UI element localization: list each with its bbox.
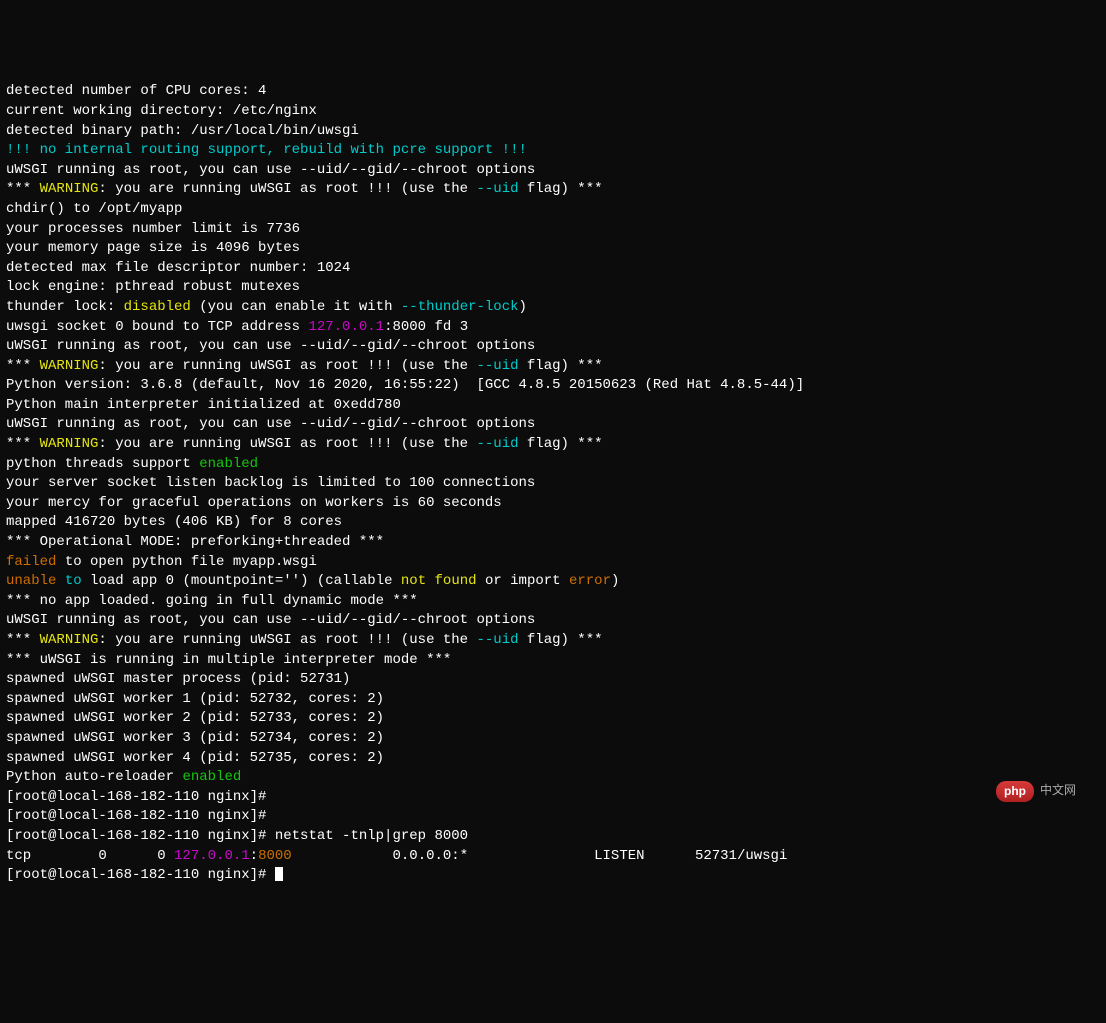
line bbox=[56, 573, 64, 589]
line: spawned uWSGI worker 2 (pid: 52733, core… bbox=[6, 710, 384, 726]
line: : you are running uWSGI as root !!! (use… bbox=[98, 358, 476, 374]
line: to open python file myapp.wsgi bbox=[56, 554, 316, 570]
line: load app 0 (mountpoint='') (callable bbox=[82, 573, 401, 589]
failed-word: failed bbox=[6, 554, 56, 570]
line: ) bbox=[611, 573, 619, 589]
unable-word: unable bbox=[6, 573, 56, 589]
line: or import bbox=[477, 573, 569, 589]
error-word: error bbox=[569, 573, 611, 589]
cursor[interactable] bbox=[275, 867, 283, 881]
line: spawned uWSGI master process (pid: 52731… bbox=[6, 671, 350, 687]
command-text: netstat -tnlp|grep 8000 bbox=[275, 828, 468, 844]
php-logo-icon: php bbox=[996, 781, 1034, 802]
line: thunder lock: bbox=[6, 299, 124, 315]
line: 0.0.0.0:* LISTEN 52731/uwsgi bbox=[292, 848, 863, 864]
not-word: not bbox=[401, 573, 426, 589]
line: :8000 fd 3 bbox=[384, 319, 468, 335]
line: *** uWSGI is running in multiple interpr… bbox=[6, 652, 451, 668]
ip-address: 127.0.0.1 bbox=[308, 319, 384, 335]
shell-prompt: [root@local-168-182-110 nginx]# bbox=[6, 789, 275, 805]
uid-flag: --uid bbox=[476, 632, 518, 648]
line: flag) *** bbox=[519, 632, 603, 648]
line: chdir() to /opt/myapp bbox=[6, 201, 182, 217]
line: uWSGI running as root, you can use --uid… bbox=[6, 612, 535, 628]
line: spawned uWSGI worker 1 (pid: 52732, core… bbox=[6, 691, 384, 707]
ip-address: 127.0.0.1 bbox=[174, 848, 250, 864]
line: *** no app loaded. going in full dynamic… bbox=[6, 593, 418, 609]
terminal-output[interactable]: detected number of CPU cores: 4 current … bbox=[6, 82, 1100, 885]
line: spawned uWSGI worker 3 (pid: 52734, core… bbox=[6, 730, 384, 746]
line: : you are running uWSGI as root !!! (use… bbox=[98, 181, 476, 197]
found-word: found bbox=[435, 573, 477, 589]
line-routing-warning: !!! no internal routing support, rebuild… bbox=[6, 142, 527, 158]
line: *** bbox=[6, 358, 40, 374]
line: lock engine: pthread robust mutexes bbox=[6, 279, 300, 295]
line: Python auto-reloader bbox=[6, 769, 182, 785]
line: flag) *** bbox=[519, 181, 603, 197]
enabled-word: enabled bbox=[199, 456, 258, 472]
line: flag) *** bbox=[519, 358, 603, 374]
line: *** bbox=[6, 181, 40, 197]
shell-prompt: [root@local-168-182-110 nginx]# bbox=[6, 808, 275, 824]
line: detected max file descriptor number: 102… bbox=[6, 260, 350, 276]
disabled-word: disabled bbox=[124, 299, 191, 315]
line: uwsgi socket 0 bound to TCP address bbox=[6, 319, 308, 335]
line: : bbox=[250, 848, 258, 864]
line: detected number of CPU cores: 4 bbox=[6, 83, 266, 99]
line: spawned uWSGI worker 4 (pid: 52735, core… bbox=[6, 750, 384, 766]
enabled-word: enabled bbox=[182, 769, 241, 785]
line: your memory page size is 4096 bytes bbox=[6, 240, 300, 256]
line: flag) *** bbox=[519, 436, 603, 452]
warning-word: WARNING bbox=[40, 632, 99, 648]
line: Python main interpreter initialized at 0… bbox=[6, 397, 401, 413]
line: (you can enable it with bbox=[191, 299, 401, 315]
port: 8000 bbox=[258, 848, 292, 864]
line bbox=[426, 573, 434, 589]
netstat-output: tcp 0 0 bbox=[6, 848, 174, 864]
line: detected binary path: /usr/local/bin/uws… bbox=[6, 123, 359, 139]
line: current working directory: /etc/nginx bbox=[6, 103, 317, 119]
line: Python version: 3.6.8 (default, Nov 16 2… bbox=[6, 377, 804, 393]
shell-prompt: [root@local-168-182-110 nginx]# bbox=[6, 828, 275, 844]
line: mapped 416720 bytes (406 KB) for 8 cores bbox=[6, 514, 342, 530]
line: : you are running uWSGI as root !!! (use… bbox=[98, 632, 476, 648]
line: your server socket listen backlog is lim… bbox=[6, 475, 535, 491]
uid-flag: --uid bbox=[476, 358, 518, 374]
line: ) bbox=[519, 299, 527, 315]
line: *** bbox=[6, 436, 40, 452]
line: : you are running uWSGI as root !!! (use… bbox=[98, 436, 476, 452]
logo-text: 中文网 bbox=[1040, 783, 1076, 800]
line: uWSGI running as root, you can use --uid… bbox=[6, 338, 535, 354]
line: your mercy for graceful operations on wo… bbox=[6, 495, 502, 511]
warning-word: WARNING bbox=[40, 436, 99, 452]
line: your processes number limit is 7736 bbox=[6, 221, 300, 237]
shell-prompt: [root@local-168-182-110 nginx]# bbox=[6, 867, 275, 883]
line: uWSGI running as root, you can use --uid… bbox=[6, 416, 535, 432]
line: *** bbox=[6, 632, 40, 648]
line: uWSGI running as root, you can use --uid… bbox=[6, 162, 535, 178]
line: python threads support bbox=[6, 456, 199, 472]
uid-flag: --uid bbox=[476, 181, 518, 197]
line: *** Operational MODE: preforking+threade… bbox=[6, 534, 384, 550]
thunder-lock-flag: --thunder-lock bbox=[401, 299, 519, 315]
warning-word: WARNING bbox=[40, 181, 99, 197]
uid-flag: --uid bbox=[476, 436, 518, 452]
warning-word: WARNING bbox=[40, 358, 99, 374]
watermark-logo: php 中文网 bbox=[996, 781, 1076, 802]
to-word: to bbox=[65, 573, 82, 589]
